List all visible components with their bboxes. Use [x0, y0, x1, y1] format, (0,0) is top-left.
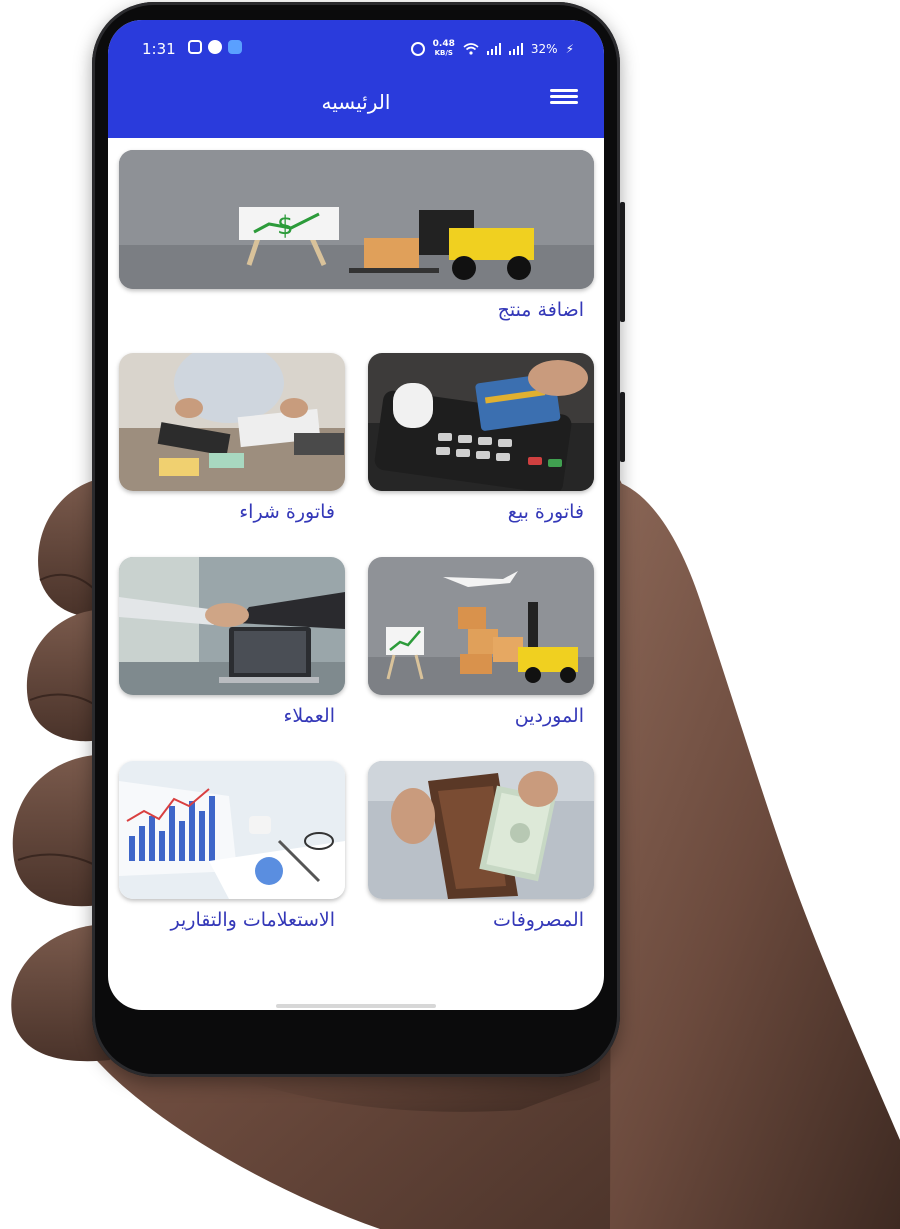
add-product-card[interactable]: $ اضافة منتج — [119, 150, 594, 321]
reports-label: الاستعلامات والتقارير — [170, 909, 336, 931]
purchase-invoice-card[interactable]: فاتورة شراء — [119, 353, 345, 523]
customers-label: العملاء — [283, 705, 336, 727]
notification-app-icon — [208, 40, 222, 54]
menu-button[interactable] — [550, 86, 578, 110]
sales-invoice-image — [368, 353, 594, 491]
instagram-icon — [188, 40, 202, 54]
home-grid: $ اضافة منتج فاتورة بيع فاتورة شراء المو… — [108, 138, 604, 1010]
purchase-invoice-label: فاتورة شراء — [239, 501, 335, 523]
suppliers-label: الموردين — [514, 705, 584, 727]
battery-level: 32% — [530, 42, 558, 56]
expenses-image — [368, 761, 594, 899]
expenses-label: المصروفات — [493, 909, 584, 931]
phone-frame: 1:31 0.48 KB/S 32% ⚡ الرئيسيه $ اضافة من… — [92, 2, 625, 1077]
signal-icon — [486, 43, 501, 55]
customers-card[interactable]: العملاء — [119, 557, 345, 727]
network-speed-value: 0.48 — [432, 39, 455, 49]
reports-card[interactable]: الاستعلامات والتقارير — [119, 761, 345, 931]
power-button — [620, 392, 625, 462]
add-product-image: $ — [119, 150, 594, 289]
suppliers-card[interactable]: الموردين — [368, 557, 594, 727]
status-bar: 1:31 0.48 KB/S 32% ⚡ — [108, 38, 604, 60]
app-screen: 1:31 0.48 KB/S 32% ⚡ الرئيسيه $ اضافة من… — [108, 20, 604, 1010]
network-speed: 0.48 KB/S — [433, 40, 455, 58]
vpn-icon — [228, 40, 242, 54]
alarm-icon — [410, 42, 425, 56]
reports-image — [119, 761, 345, 899]
customers-image — [119, 557, 345, 695]
page-title: الرئيسيه — [321, 90, 391, 114]
suppliers-image — [368, 557, 594, 695]
signal-icon-2 — [508, 43, 523, 55]
home-indicator — [276, 1004, 436, 1008]
purchase-invoice-image — [119, 353, 345, 491]
charging-icon: ⚡ — [565, 42, 574, 56]
volume-button — [620, 202, 625, 322]
add-product-label: اضافة منتج — [497, 299, 584, 321]
app-bar: 1:31 0.48 KB/S 32% ⚡ الرئيسيه — [108, 20, 604, 138]
wifi-icon — [463, 43, 479, 55]
network-speed-unit: KB/S — [434, 49, 453, 57]
expenses-card[interactable]: المصروفات — [368, 761, 594, 931]
sales-invoice-card[interactable]: فاتورة بيع — [368, 353, 594, 523]
status-time: 1:31 — [142, 40, 176, 58]
sales-invoice-label: فاتورة بيع — [507, 501, 584, 523]
